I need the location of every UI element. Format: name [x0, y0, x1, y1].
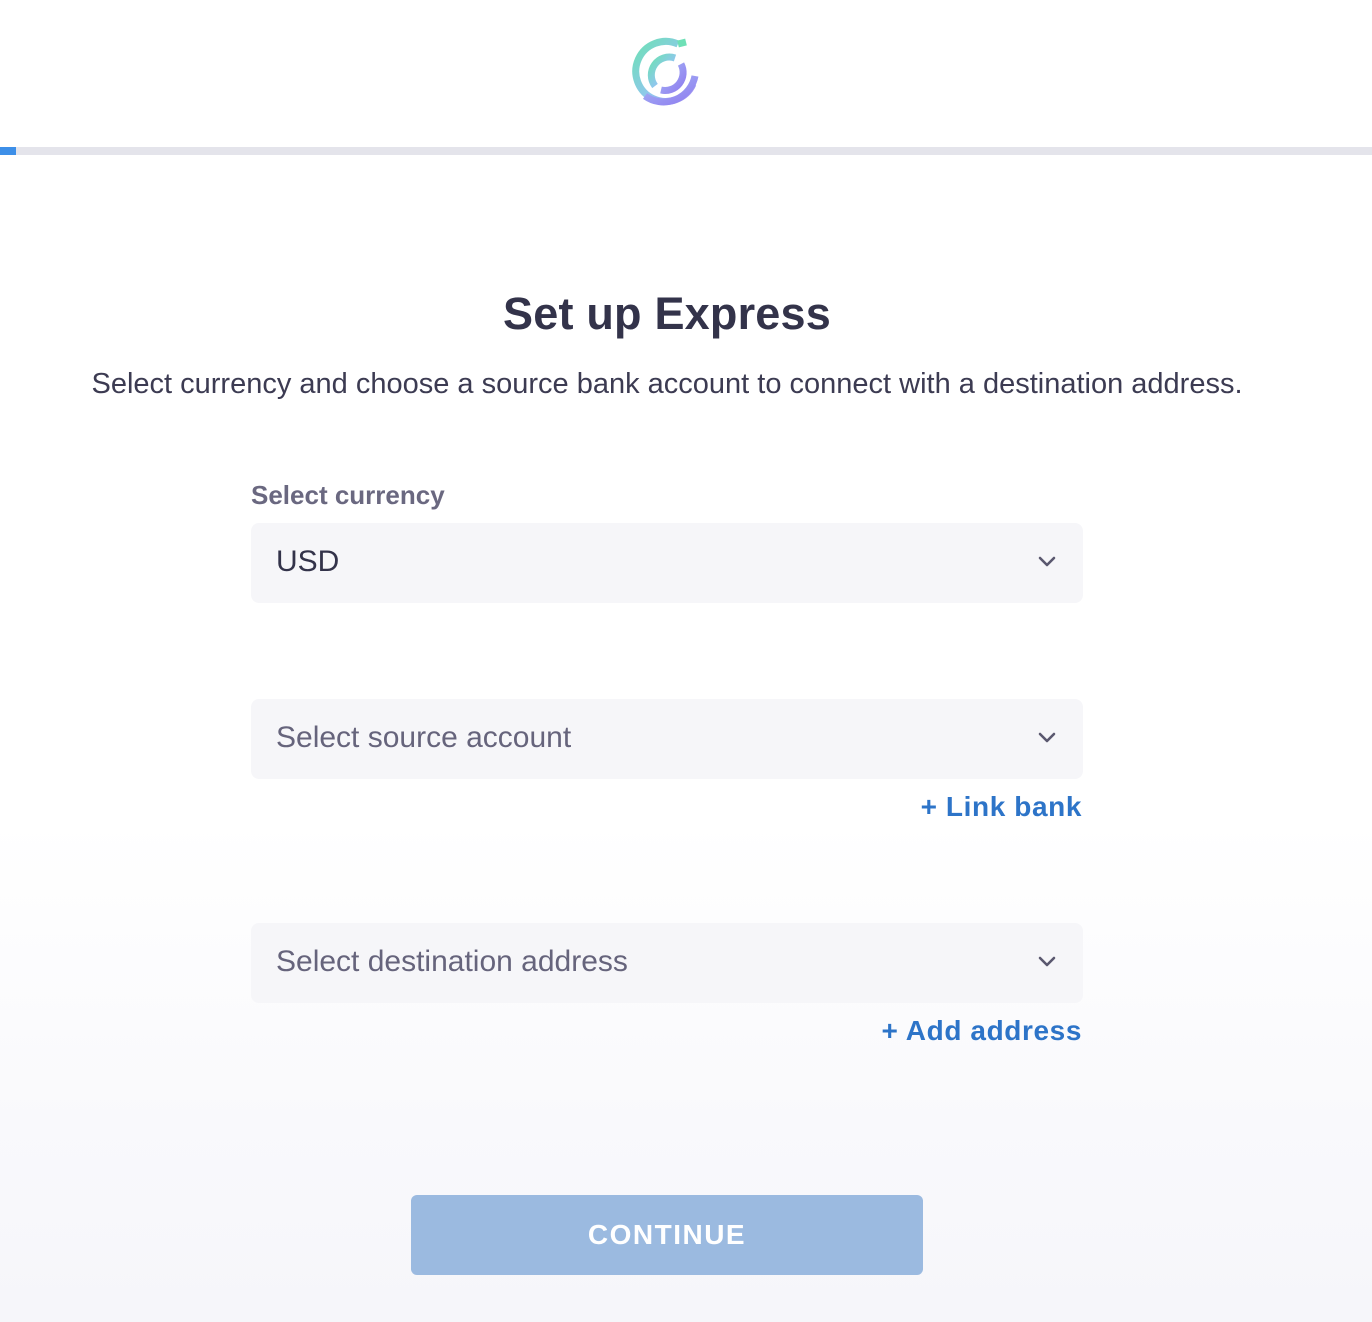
destination-address-select[interactable]: Select destination address — [251, 923, 1083, 1003]
setup-express-page: Set up Express Select currency and choos… — [0, 0, 1372, 1322]
currency-label: Select currency — [251, 480, 445, 510]
source-account-select[interactable]: Select source account — [251, 699, 1083, 779]
destination-address-placeholder: Select destination address — [276, 945, 628, 978]
chevron-down-icon — [1038, 956, 1056, 967]
chevron-down-icon — [1038, 556, 1056, 567]
page-title: Set up Express — [503, 288, 831, 339]
source-account-placeholder: Select source account — [276, 721, 572, 754]
circle-brand-logo-icon — [632, 37, 699, 106]
chevron-down-icon — [1038, 732, 1056, 743]
progress-fill — [0, 147, 17, 155]
link-bank-link[interactable]: + Link bank — [921, 791, 1082, 823]
top-header — [0, 0, 1372, 147]
continue-button[interactable]: CONTINUE — [411, 1195, 923, 1275]
page-subtitle: Select currency and choose a source bank… — [91, 368, 1243, 400]
currency-selected-value: USD — [276, 545, 340, 578]
progress-track — [0, 147, 1372, 155]
currency-select[interactable]: USD — [251, 523, 1083, 603]
add-address-link[interactable]: + Add address — [882, 1015, 1083, 1047]
